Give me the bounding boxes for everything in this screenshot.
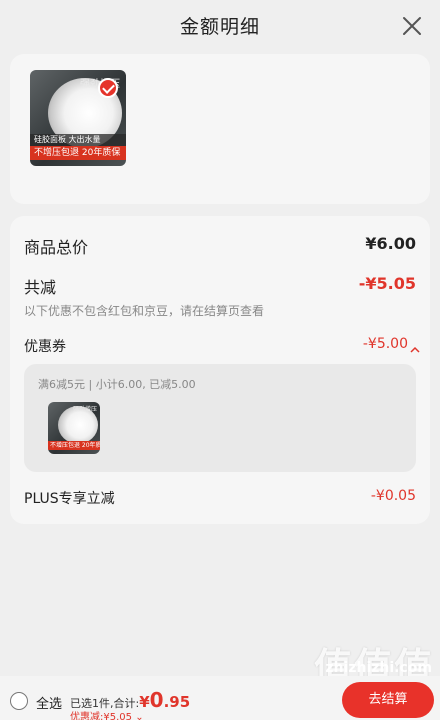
image-promo-bottom: 不增压包退 20年质保 bbox=[30, 146, 126, 160]
image-promo-top: 强劲增压 bbox=[72, 406, 97, 413]
total-price-label: 商品总价 bbox=[24, 238, 89, 257]
image-promo-mid: 硅胶面板 大出水量 bbox=[30, 134, 126, 146]
coupon-detail-box: 满6减5元 | 小计6.00, 已减5.00 强劲增压 不增压包退 20年质保 bbox=[24, 364, 416, 472]
coupon-description: 满6减5元 | 小计6.00, 已减5.00 bbox=[38, 378, 196, 391]
select-all-radio[interactable] bbox=[10, 692, 28, 710]
amount-card: 商品总价 ¥6.00 共减 -¥5.05 以下优惠不包含红包和京豆，请在结算页查… bbox=[10, 216, 430, 524]
discount-summary[interactable]: 优惠减:¥5.05 ⌄ bbox=[70, 708, 144, 720]
checkout-button[interactable]: 去结算 bbox=[342, 682, 434, 718]
reduce-value: -¥5.05 bbox=[358, 274, 416, 293]
bottom-bar: 全选 已选1件,合计:¥0.95 优惠减:¥5.05 ⌄ 去结算 zhizhiz… bbox=[0, 660, 440, 720]
plus-value: -¥0.05 bbox=[370, 488, 416, 504]
total-price-value: ¥6.00 bbox=[365, 234, 416, 253]
product-card: 强劲增压 硅胶面板 大出水量 不增压包退 20年质保 ¥0.95 ×1 bbox=[10, 54, 430, 240]
plus-label: PLUS专享立减 bbox=[24, 491, 115, 507]
close-icon[interactable] bbox=[402, 16, 422, 36]
coupon-label: 优惠券 bbox=[24, 339, 66, 355]
product-image[interactable]: 强劲增压 硅胶面板 大出水量 不增压包退 20年质保 bbox=[30, 70, 126, 166]
reduce-note: 以下优惠不包含红包和京豆，请在结算页查看 bbox=[24, 304, 265, 318]
reduce-label: 共减 bbox=[24, 278, 57, 297]
page-title: 金额明细 bbox=[179, 16, 260, 38]
header: 金额明细 bbox=[0, 0, 440, 52]
coupon-product-image: 强劲增压 不增压包退 20年质保 bbox=[48, 402, 100, 454]
coupon-value[interactable]: -¥5.00 bbox=[363, 336, 408, 352]
image-promo-bottom: 不增压包退 20年质保 bbox=[48, 441, 100, 450]
select-all-label[interactable]: 全选 bbox=[36, 693, 62, 712]
checkmark-icon[interactable] bbox=[98, 78, 118, 98]
chevron-down-icon: ⌄ bbox=[135, 712, 144, 720]
chevron-up-icon[interactable] bbox=[410, 340, 420, 353]
watermark-url: zhizhizhi.com bbox=[325, 660, 432, 676]
